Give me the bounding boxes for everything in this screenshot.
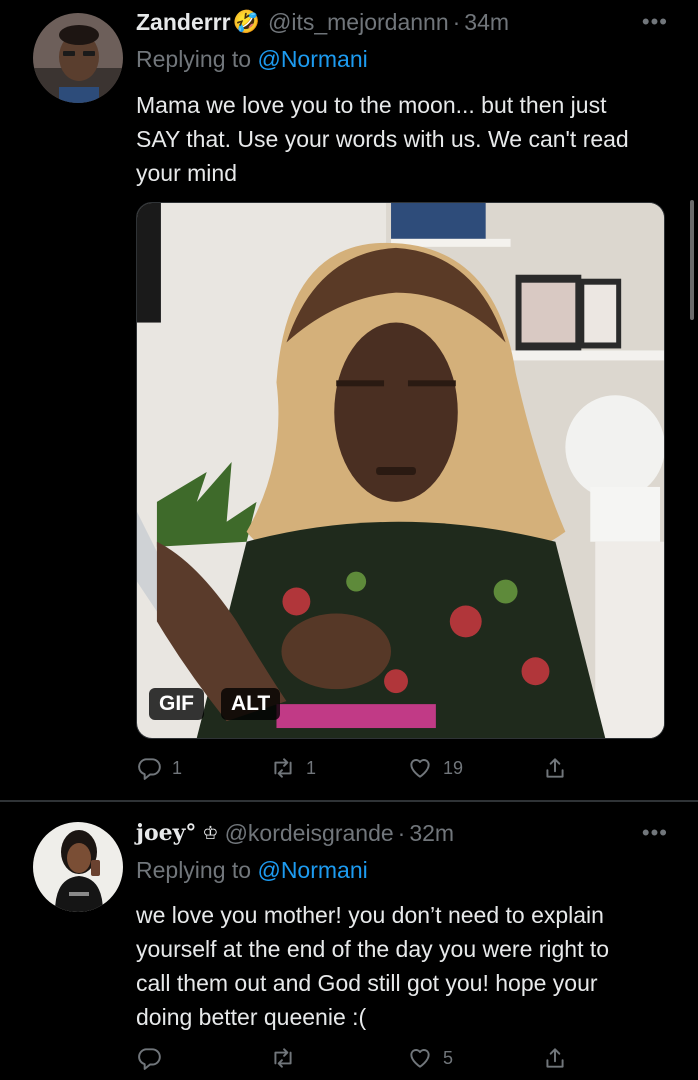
tweet-header: Zanderrr 🤣 @its_mejordannn · 34m (136, 5, 509, 39)
display-name[interactable]: Zanderrr (136, 9, 231, 36)
share-icon (546, 1048, 564, 1068)
like-button[interactable]: 19 (407, 751, 463, 785)
timestamp[interactable]: 32m (409, 820, 454, 847)
mention-link[interactable]: @Normani (257, 857, 367, 883)
share-icon (546, 758, 564, 778)
tweet-1[interactable]: Zanderrr 🤣 @its_mejordannn · 34m ••• Rep… (0, 0, 698, 800)
replying-to: Replying to @Normani (136, 857, 368, 884)
user-handle[interactable]: @kordeisgrande (225, 820, 394, 847)
gif-media[interactable]: GIF ALT (136, 202, 665, 739)
timestamp[interactable]: 34m (464, 9, 509, 36)
tweet-header: joey° ♔ @kordeisgrande · 32m (136, 816, 454, 850)
replying-to: Replying to @Normani (136, 46, 368, 73)
retweet-button[interactable]: 1 (270, 751, 316, 785)
like-count: 5 (443, 1047, 454, 1068)
avatar-image (33, 13, 123, 103)
separator-dot: · (452, 8, 461, 35)
reply-icon (138, 758, 161, 780)
reply-icon (138, 1048, 161, 1070)
separator-dot: · (397, 819, 406, 846)
tweet-text: we love you mother! you don’t need to ex… (136, 902, 610, 1030)
share-button[interactable] (542, 751, 568, 785)
reply-count: 1 (172, 757, 183, 778)
laughing-emoji-icon: 🤣 (232, 9, 260, 34)
retweet-button[interactable] (270, 1041, 306, 1075)
tweet-2[interactable]: joey° ♔ @kordeisgrande · 32m ••• Replyin… (0, 802, 698, 1080)
share-button[interactable] (542, 1041, 568, 1075)
more-icon[interactable]: ••• (642, 820, 668, 846)
avatar[interactable] (33, 13, 123, 103)
reply-button[interactable] (136, 1041, 172, 1075)
tweet-actions: 1 1 19 (136, 751, 576, 785)
tweet-actions: 5 (136, 1041, 576, 1075)
like-button[interactable]: 5 (407, 1041, 453, 1075)
retweet-icon (274, 758, 292, 778)
tweet-text: Mama we love you to the moon... but then… (136, 92, 629, 186)
reply-button[interactable]: 1 (136, 751, 182, 785)
alt-badge[interactable]: ALT (221, 688, 281, 720)
user-handle[interactable]: @its_mejordannn (268, 9, 449, 36)
retweet-count: 1 (306, 757, 317, 778)
gif-image (137, 203, 664, 738)
replying-prefix: Replying to (136, 857, 252, 883)
avatar[interactable] (33, 822, 123, 912)
mention-link[interactable]: @Normani (257, 46, 367, 72)
more-icon[interactable]: ••• (642, 9, 668, 35)
avatar-image (33, 822, 123, 912)
like-icon (410, 1049, 430, 1068)
like-count: 19 (443, 757, 464, 778)
scrollbar[interactable] (690, 200, 694, 320)
like-icon (410, 759, 430, 778)
replying-prefix: Replying to (136, 46, 252, 72)
retweet-icon (274, 1048, 292, 1068)
gif-badge: GIF (149, 688, 204, 720)
display-name[interactable]: joey° (136, 820, 196, 846)
crown-icon: ♔ (202, 822, 219, 843)
